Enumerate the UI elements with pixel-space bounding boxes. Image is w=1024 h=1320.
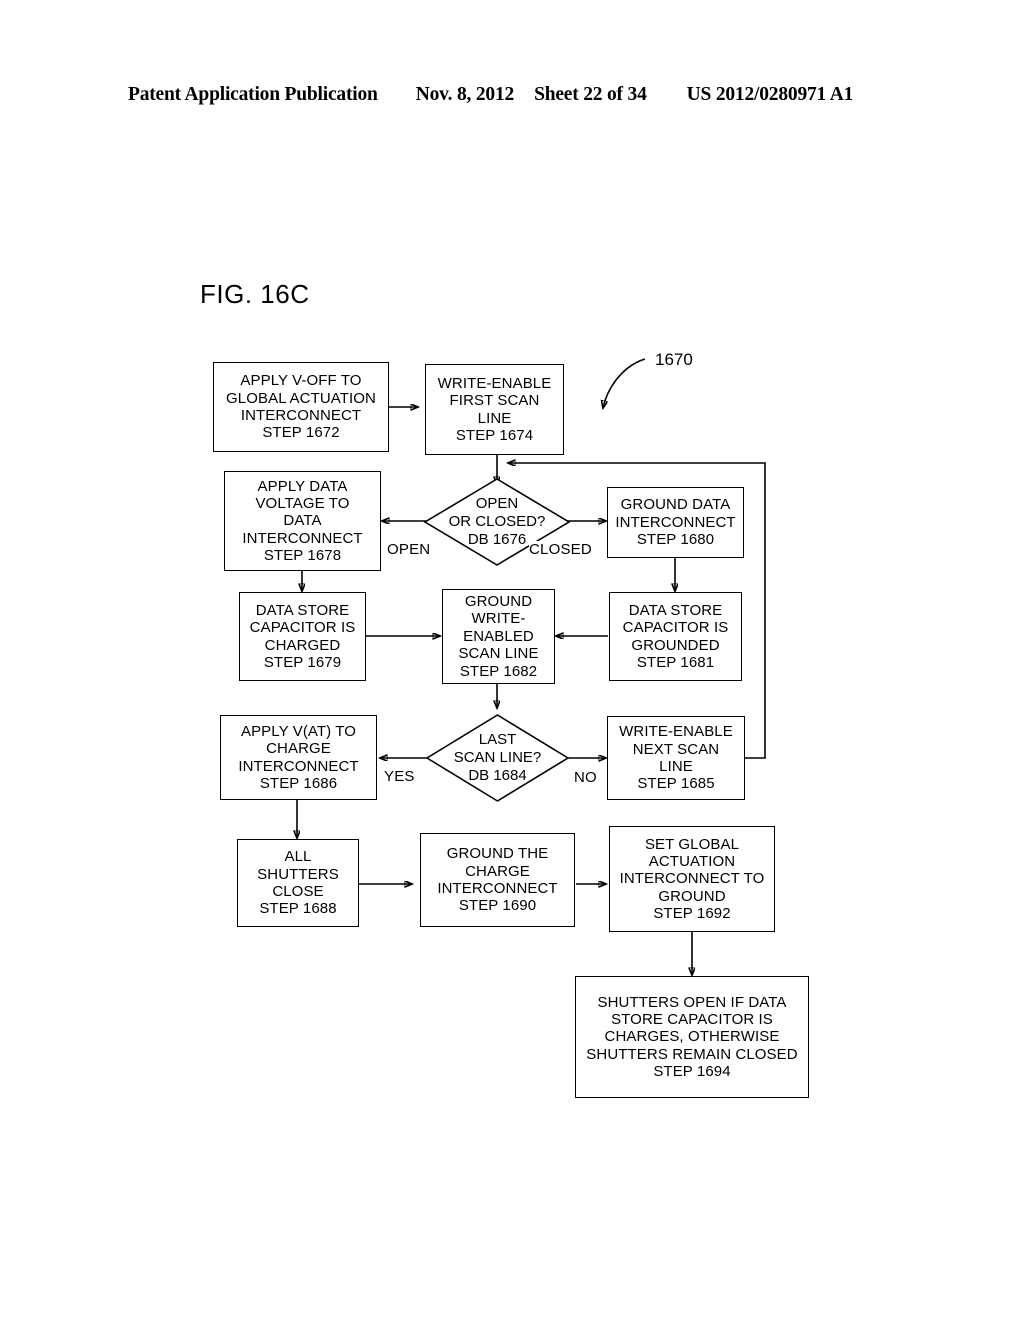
node-line: CAPACITOR IS <box>249 619 356 637</box>
node-line: STEP 1686 <box>259 774 338 792</box>
node-line: STEP 1688 <box>259 900 337 918</box>
node-line: INTERCONNECT <box>437 880 558 897</box>
edge-label-no: NO <box>574 769 597 786</box>
node-line: STEP 1685 <box>637 775 715 793</box>
node-line: SHUTTERS OPEN IF DATA <box>597 993 787 1011</box>
process-node-step-1674[interactable]: WRITE-ENABLE FIRST SCAN LINE STEP 1674 <box>425 364 564 455</box>
edge-label-yes: YES <box>384 768 415 785</box>
node-line: FIRST SCAN <box>449 392 540 410</box>
node-line: STEP 1681 <box>636 653 715 671</box>
node-line: GLOBAL ACTUATION <box>226 389 376 407</box>
node-line: DATA STORE <box>255 601 350 619</box>
process-node-step-1679[interactable]: DATA STORE CAPACITOR IS CHARGED STEP 167… <box>239 592 366 681</box>
node-line: CLOSE <box>272 883 324 900</box>
node-line: STEP 1680 <box>636 531 715 549</box>
node-line: ENABLED <box>463 627 534 645</box>
node-line: STEP 1678 <box>263 547 342 565</box>
node-line: ACTUATION <box>648 852 736 870</box>
process-node-step-1685[interactable]: WRITE-ENABLE NEXT SCAN LINE STEP 1685 <box>607 716 745 800</box>
node-line: STEP 1682 <box>459 662 538 680</box>
node-line: WRITE-ENABLE <box>619 723 733 741</box>
reference-numeral-1670: 1670 <box>655 350 693 369</box>
node-line: SCAN LINE <box>458 645 539 663</box>
node-line: INTERCONNECT <box>238 757 359 775</box>
node-line: CHARGES, OTHERWISE <box>604 1028 780 1046</box>
process-node-step-1692[interactable]: SET GLOBAL ACTUATION INTERCONNECT TO GRO… <box>609 826 775 932</box>
node-line: INTERCONNECT TO <box>619 870 765 888</box>
node-line: CHARGE <box>465 862 530 880</box>
node-line: APPLY V(AT) TO <box>240 722 357 740</box>
node-line: STEP 1694 <box>653 1063 731 1081</box>
node-line: ALL <box>284 848 312 866</box>
node-line: DATA STORE <box>628 601 723 619</box>
node-line: SHUTTERS REMAIN CLOSED <box>586 1045 798 1063</box>
node-line: SHUTTERS <box>257 865 339 883</box>
node-line: WRITE- <box>471 610 526 628</box>
node-line: DATA <box>283 512 322 530</box>
process-node-step-1672[interactable]: APPLY V-OFF TO GLOBAL ACTUATION INTERCON… <box>213 362 389 452</box>
node-line: GROUND <box>464 593 533 611</box>
node-line: STEP 1672 <box>262 424 340 442</box>
process-node-step-1690[interactable]: GROUND THE CHARGE INTERCONNECT STEP 1690 <box>420 833 575 927</box>
process-node-step-1688[interactable]: ALL SHUTTERS CLOSE STEP 1688 <box>237 839 359 927</box>
node-line: STORE CAPACITOR IS <box>611 1010 773 1028</box>
node-line: STEP 1679 <box>263 653 342 671</box>
edge-label-closed: CLOSED <box>529 541 592 558</box>
node-line: VOLTAGE TO <box>255 494 350 512</box>
node-line: GROUND DATA <box>620 496 731 514</box>
process-node-step-1682[interactable]: GROUND WRITE- ENABLED SCAN LINE STEP 168… <box>442 589 555 684</box>
node-line: GROUNDED <box>631 636 720 654</box>
flowchart-diagram: 1670 APPLY V-OFF TO GLOBAL ACTUATION INT… <box>0 0 1024 1320</box>
node-line: INTERCONNECT <box>615 513 736 531</box>
node-line: WRITE-ENABLE <box>437 374 552 392</box>
process-node-step-1686[interactable]: APPLY V(AT) TO CHARGE INTERCONNECT STEP … <box>220 715 377 800</box>
process-node-step-1680[interactable]: GROUND DATA INTERCONNECT STEP 1680 <box>607 487 744 558</box>
node-line: CAPACITOR IS <box>622 619 729 637</box>
edge-label-open: OPEN <box>387 541 431 558</box>
node-line: INTERCONNECT <box>240 407 362 424</box>
reference-lead-arrow-1670 <box>603 358 646 408</box>
process-node-step-1681[interactable]: DATA STORE CAPACITOR IS GROUNDED STEP 16… <box>609 592 742 681</box>
node-line: APPLY DATA <box>257 477 348 495</box>
process-node-step-1678[interactable]: APPLY DATA VOLTAGE TO DATA INTERCONNECT … <box>224 471 381 571</box>
node-line: CHARGED <box>264 636 341 654</box>
node-line: APPLY V-OFF TO <box>240 372 362 390</box>
node-line: GROUND <box>658 887 726 905</box>
node-line: INTERCONNECT <box>242 529 363 547</box>
node-line: STEP 1692 <box>653 905 731 923</box>
process-node-step-1694[interactable]: SHUTTERS OPEN IF DATA STORE CAPACITOR IS… <box>575 976 809 1098</box>
decision-node-db-1684[interactable]: LAST SCAN LINE? DB 1684 <box>425 714 570 802</box>
node-line: NEXT SCAN <box>632 740 720 758</box>
node-line: SET GLOBAL <box>644 835 740 853</box>
node-line: GROUND THE <box>446 845 549 863</box>
node-line: CHARGE <box>266 740 331 758</box>
node-line: STEP 1674 <box>455 426 534 444</box>
node-line: LINE <box>659 758 693 775</box>
node-line: STEP 1690 <box>458 897 537 915</box>
node-line: LINE <box>477 409 512 427</box>
